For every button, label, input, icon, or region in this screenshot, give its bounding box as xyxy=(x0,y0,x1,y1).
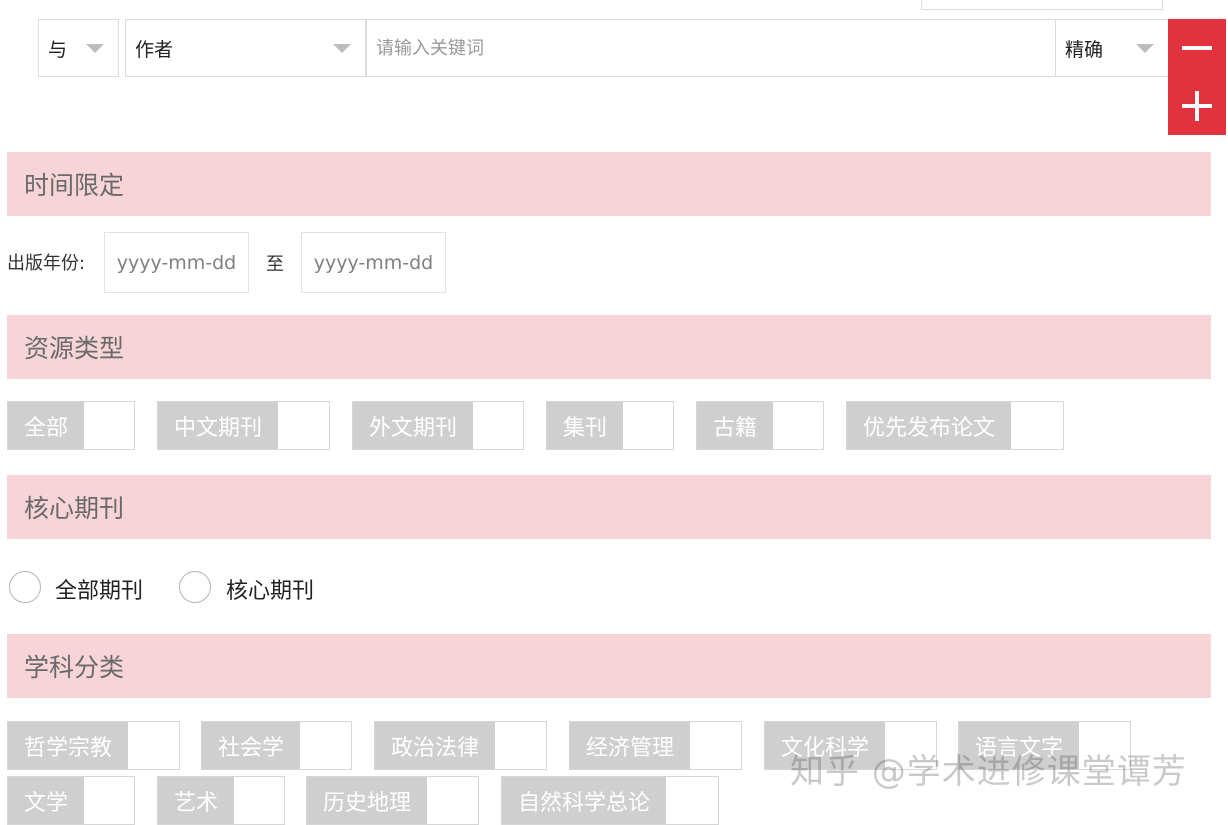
remove-row-button[interactable] xyxy=(1168,19,1226,77)
subject-tag-literature[interactable]: 文学 xyxy=(7,776,135,825)
keyword-input[interactable] xyxy=(366,19,1056,77)
previous-row-field xyxy=(921,0,1163,10)
section-time-title: 时间限定 xyxy=(24,171,125,200)
section-core-journal-title: 核心期刊 xyxy=(24,494,125,523)
radio-core-journals[interactable] xyxy=(179,571,211,603)
resource-tag-collection[interactable]: 集刊 xyxy=(546,401,674,450)
resource-tag-foreign-journal[interactable]: 外文期刊 xyxy=(352,401,524,450)
resource-tag-label: 优先发布论文 xyxy=(847,402,1012,449)
start-date-input[interactable] xyxy=(104,232,249,293)
subject-tag-label: 社会学 xyxy=(202,722,301,769)
end-date-input[interactable] xyxy=(301,232,446,293)
resource-tag-label: 全部 xyxy=(8,402,85,449)
resource-tag-chinese-journal[interactable]: 中文期刊 xyxy=(157,401,330,450)
section-core-journal: 核心期刊 xyxy=(7,475,1211,539)
resource-tag-ancient-books[interactable]: 古籍 xyxy=(696,401,824,450)
chevron-down-icon xyxy=(333,44,351,53)
subject-tag-sociology[interactable]: 社会学 xyxy=(201,721,352,770)
subject-tag-philosophy-religion[interactable]: 哲学宗教 xyxy=(7,721,180,770)
subject-tag-label: 哲学宗教 xyxy=(8,722,129,769)
field-select[interactable]: 作者 xyxy=(125,19,366,77)
add-row-button[interactable] xyxy=(1168,77,1226,135)
match-select[interactable]: 精确 xyxy=(1055,19,1169,77)
subject-tag-label: 文学 xyxy=(8,777,85,824)
subject-tag-history-geography[interactable]: 历史地理 xyxy=(306,776,479,825)
publish-year-label: 出版年份: xyxy=(7,253,86,274)
subject-tag-art[interactable]: 艺术 xyxy=(157,776,285,825)
match-select-value: 精确 xyxy=(1065,38,1104,61)
radio-core-journals-label[interactable]: 核心期刊 xyxy=(226,573,314,605)
subject-tag-label: 经济管理 xyxy=(570,722,691,769)
plus-icon xyxy=(1182,91,1212,121)
resource-tag-label: 集刊 xyxy=(547,402,624,449)
subject-tag-label: 历史地理 xyxy=(307,777,428,824)
resource-tag-label: 古籍 xyxy=(697,402,774,449)
subject-tag-natural-science[interactable]: 自然科学总论 xyxy=(501,776,719,825)
section-time: 时间限定 xyxy=(7,152,1211,216)
date-range-separator: 至 xyxy=(266,254,284,275)
section-resource-type-title: 资源类型 xyxy=(24,334,125,363)
section-subject-title: 学科分类 xyxy=(24,653,125,682)
watermark: 知乎 @学术进修课堂谭芳 xyxy=(790,752,1187,792)
radio-all-journals-label[interactable]: 全部期刊 xyxy=(55,573,143,605)
resource-tag-priority-papers[interactable]: 优先发布论文 xyxy=(846,401,1064,450)
subject-tag-label: 艺术 xyxy=(158,777,235,824)
logic-select-value: 与 xyxy=(48,38,68,61)
subject-tag-politics-law[interactable]: 政治法律 xyxy=(374,721,547,770)
subject-tag-label: 自然科学总论 xyxy=(502,777,667,824)
section-resource-type: 资源类型 xyxy=(7,315,1211,379)
section-subject: 学科分类 xyxy=(7,634,1211,698)
chevron-down-icon xyxy=(1136,44,1154,53)
chevron-down-icon xyxy=(86,44,104,53)
subject-tag-economics-management[interactable]: 经济管理 xyxy=(569,721,742,770)
field-select-value: 作者 xyxy=(135,38,174,61)
logic-select[interactable]: 与 xyxy=(38,19,119,77)
radio-all-journals[interactable] xyxy=(9,571,41,603)
subject-tag-label: 政治法律 xyxy=(375,722,496,769)
resource-tag-label: 外文期刊 xyxy=(353,402,474,449)
resource-tag-all[interactable]: 全部 xyxy=(7,401,135,450)
minus-icon xyxy=(1182,46,1212,50)
resource-tag-label: 中文期刊 xyxy=(158,402,279,449)
